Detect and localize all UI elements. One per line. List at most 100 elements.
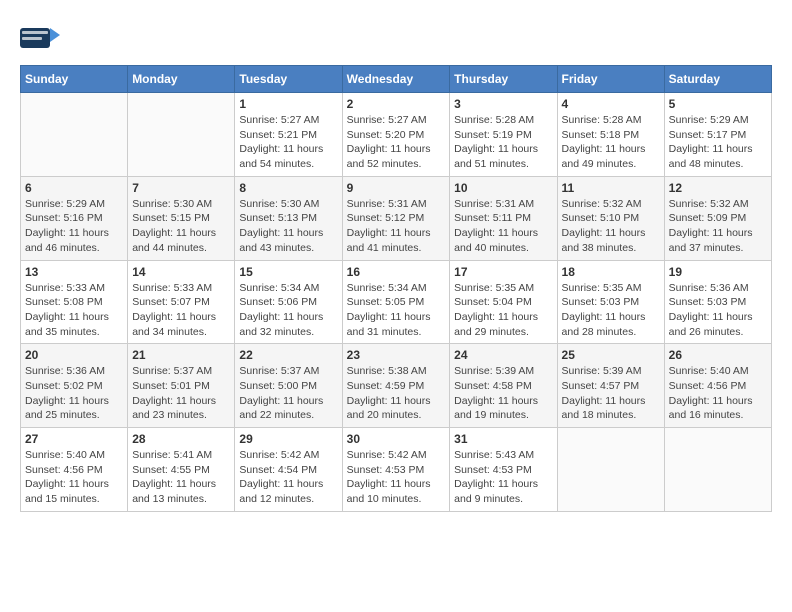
day-info: Sunrise: 5:28 AMSunset: 5:19 PMDaylight:… bbox=[454, 113, 552, 172]
day-number: 25 bbox=[562, 348, 660, 362]
calendar-table: SundayMondayTuesdayWednesdayThursdayFrid… bbox=[20, 65, 772, 512]
day-info: Sunrise: 5:34 AMSunset: 5:06 PMDaylight:… bbox=[239, 281, 337, 340]
calendar-cell: 9Sunrise: 5:31 AMSunset: 5:12 PMDaylight… bbox=[342, 176, 450, 260]
calendar-cell: 21 Sunrise: 5:37 AMSunset: 5:01 PMDayligh… bbox=[128, 344, 235, 428]
day-number: 29 bbox=[239, 432, 337, 446]
day-number: 12 bbox=[669, 181, 767, 195]
day-number: 3 bbox=[454, 97, 552, 111]
weekday-header: Saturday bbox=[664, 66, 771, 93]
calendar-cell: 31 Sunrise: 5:43 AMSunset: 4:53 PMDayligh… bbox=[450, 428, 557, 512]
weekday-header: Sunday bbox=[21, 66, 128, 93]
calendar-cell bbox=[128, 93, 235, 177]
calendar-cell: 7 Sunrise: 5:30 AMSunset: 5:15 PMDaylight… bbox=[128, 176, 235, 260]
calendar-cell bbox=[557, 428, 664, 512]
day-number: 7 bbox=[132, 181, 230, 195]
calendar-week-row: 6Sunrise: 5:29 AMSunset: 5:16 PMDaylight… bbox=[21, 176, 772, 260]
day-number: 13 bbox=[25, 265, 123, 279]
day-info: Sunrise: 5:39 AMSunset: 4:57 PMDaylight:… bbox=[562, 364, 660, 423]
calendar-cell: 16 Sunrise: 5:34 AMSunset: 5:05 PMDayligh… bbox=[342, 260, 450, 344]
day-number: 2 bbox=[347, 97, 446, 111]
day-number: 22 bbox=[239, 348, 337, 362]
calendar-week-row: 13 Sunrise: 5:33 AMSunset: 5:08 PMDayligh… bbox=[21, 260, 772, 344]
weekday-header: Thursday bbox=[450, 66, 557, 93]
day-number: 16 bbox=[347, 265, 446, 279]
day-number: 26 bbox=[669, 348, 767, 362]
calendar-cell bbox=[21, 93, 128, 177]
calendar-week-row: 1Sunrise: 5:27 AMSunset: 5:21 PMDaylight… bbox=[21, 93, 772, 177]
logo bbox=[20, 20, 65, 55]
day-number: 23 bbox=[347, 348, 446, 362]
day-info: Sunrise: 5:31 AMSunset: 5:11 PMDaylight:… bbox=[454, 197, 552, 256]
day-number: 17 bbox=[454, 265, 552, 279]
day-number: 8 bbox=[239, 181, 337, 195]
calendar-cell: 22 Sunrise: 5:37 AMSunset: 5:00 PMDayligh… bbox=[235, 344, 342, 428]
day-info: Sunrise: 5:36 AMSunset: 5:03 PMDaylight:… bbox=[669, 281, 767, 340]
weekday-header: Tuesday bbox=[235, 66, 342, 93]
day-info: Sunrise: 5:42 AMSunset: 4:54 PMDaylight:… bbox=[239, 448, 337, 507]
day-number: 18 bbox=[562, 265, 660, 279]
calendar-cell: 6Sunrise: 5:29 AMSunset: 5:16 PMDaylight… bbox=[21, 176, 128, 260]
weekday-header: Monday bbox=[128, 66, 235, 93]
day-info: Sunrise: 5:38 AMSunset: 4:59 PMDaylight:… bbox=[347, 364, 446, 423]
day-info: Sunrise: 5:29 AMSunset: 5:16 PMDaylight:… bbox=[25, 197, 123, 256]
day-number: 30 bbox=[347, 432, 446, 446]
calendar-cell: 10 Sunrise: 5:31 AMSunset: 5:11 PMDayligh… bbox=[450, 176, 557, 260]
calendar-week-row: 27 Sunrise: 5:40 AMSunset: 4:56 PMDayligh… bbox=[21, 428, 772, 512]
day-info: Sunrise: 5:32 AMSunset: 5:10 PMDaylight:… bbox=[562, 197, 660, 256]
calendar-cell: 17Sunrise: 5:35 AMSunset: 5:04 PMDayligh… bbox=[450, 260, 557, 344]
day-number: 28 bbox=[132, 432, 230, 446]
day-info: Sunrise: 5:41 AMSunset: 4:55 PMDaylight:… bbox=[132, 448, 230, 507]
calendar-cell bbox=[664, 428, 771, 512]
calendar-header: SundayMondayTuesdayWednesdayThursdayFrid… bbox=[21, 66, 772, 93]
weekday-header: Friday bbox=[557, 66, 664, 93]
calendar-cell: 20Sunrise: 5:36 AMSunset: 5:02 PMDayligh… bbox=[21, 344, 128, 428]
day-info: Sunrise: 5:29 AMSunset: 5:17 PMDaylight:… bbox=[669, 113, 767, 172]
day-info: Sunrise: 5:37 AMSunset: 5:00 PMDaylight:… bbox=[239, 364, 337, 423]
day-info: Sunrise: 5:37 AMSunset: 5:01 PMDaylight:… bbox=[132, 364, 230, 423]
day-number: 19 bbox=[669, 265, 767, 279]
day-info: Sunrise: 5:40 AMSunset: 4:56 PMDaylight:… bbox=[25, 448, 123, 507]
calendar-cell: 26 Sunrise: 5:40 AMSunset: 4:56 PMDayligh… bbox=[664, 344, 771, 428]
day-info: Sunrise: 5:32 AMSunset: 5:09 PMDaylight:… bbox=[669, 197, 767, 256]
calendar-cell: 11 Sunrise: 5:32 AMSunset: 5:10 PMDayligh… bbox=[557, 176, 664, 260]
day-number: 24 bbox=[454, 348, 552, 362]
day-info: Sunrise: 5:33 AMSunset: 5:08 PMDaylight:… bbox=[25, 281, 123, 340]
day-number: 4 bbox=[562, 97, 660, 111]
day-number: 27 bbox=[25, 432, 123, 446]
calendar-cell: 25 Sunrise: 5:39 AMSunset: 4:57 PMDayligh… bbox=[557, 344, 664, 428]
day-number: 21 bbox=[132, 348, 230, 362]
day-number: 11 bbox=[562, 181, 660, 195]
day-info: Sunrise: 5:33 AMSunset: 5:07 PMDaylight:… bbox=[132, 281, 230, 340]
calendar-cell: 1Sunrise: 5:27 AMSunset: 5:21 PMDaylight… bbox=[235, 93, 342, 177]
calendar-cell: 5 Sunrise: 5:29 AMSunset: 5:17 PMDaylight… bbox=[664, 93, 771, 177]
calendar-cell: 2 Sunrise: 5:27 AMSunset: 5:20 PMDaylight… bbox=[342, 93, 450, 177]
calendar-cell: 14 Sunrise: 5:33 AMSunset: 5:07 PMDayligh… bbox=[128, 260, 235, 344]
calendar-cell: 24 Sunrise: 5:39 AMSunset: 4:58 PMDayligh… bbox=[450, 344, 557, 428]
calendar-cell: 15Sunrise: 5:34 AMSunset: 5:06 PMDayligh… bbox=[235, 260, 342, 344]
day-number: 5 bbox=[669, 97, 767, 111]
day-info: Sunrise: 5:34 AMSunset: 5:05 PMDaylight:… bbox=[347, 281, 446, 340]
day-number: 20 bbox=[25, 348, 123, 362]
calendar-cell: 8 Sunrise: 5:30 AMSunset: 5:13 PMDaylight… bbox=[235, 176, 342, 260]
calendar-cell: 28 Sunrise: 5:41 AMSunset: 4:55 PMDayligh… bbox=[128, 428, 235, 512]
calendar-cell: 3 Sunrise: 5:28 AMSunset: 5:19 PMDaylight… bbox=[450, 93, 557, 177]
calendar-cell: 13 Sunrise: 5:33 AMSunset: 5:08 PMDayligh… bbox=[21, 260, 128, 344]
day-number: 10 bbox=[454, 181, 552, 195]
calendar-cell: 12 Sunrise: 5:32 AMSunset: 5:09 PMDayligh… bbox=[664, 176, 771, 260]
day-number: 1 bbox=[239, 97, 337, 111]
day-info: Sunrise: 5:35 AMSunset: 5:03 PMDaylight:… bbox=[562, 281, 660, 340]
day-info: Sunrise: 5:42 AMSunset: 4:53 PMDaylight:… bbox=[347, 448, 446, 507]
day-info: Sunrise: 5:43 AMSunset: 4:53 PMDaylight:… bbox=[454, 448, 552, 507]
day-number: 31 bbox=[454, 432, 552, 446]
day-info: Sunrise: 5:30 AMSunset: 5:13 PMDaylight:… bbox=[239, 197, 337, 256]
day-info: Sunrise: 5:40 AMSunset: 4:56 PMDaylight:… bbox=[669, 364, 767, 423]
day-info: Sunrise: 5:27 AMSunset: 5:20 PMDaylight:… bbox=[347, 113, 446, 172]
day-info: Sunrise: 5:28 AMSunset: 5:18 PMDaylight:… bbox=[562, 113, 660, 172]
day-number: 14 bbox=[132, 265, 230, 279]
day-info: Sunrise: 5:39 AMSunset: 4:58 PMDaylight:… bbox=[454, 364, 552, 423]
calendar-cell: 18 Sunrise: 5:35 AMSunset: 5:03 PMDayligh… bbox=[557, 260, 664, 344]
day-info: Sunrise: 5:30 AMSunset: 5:15 PMDaylight:… bbox=[132, 197, 230, 256]
calendar-cell: 29 Sunrise: 5:42 AMSunset: 4:54 PMDayligh… bbox=[235, 428, 342, 512]
calendar-cell: 19 Sunrise: 5:36 AMSunset: 5:03 PMDayligh… bbox=[664, 260, 771, 344]
logo-icon bbox=[20, 20, 60, 55]
